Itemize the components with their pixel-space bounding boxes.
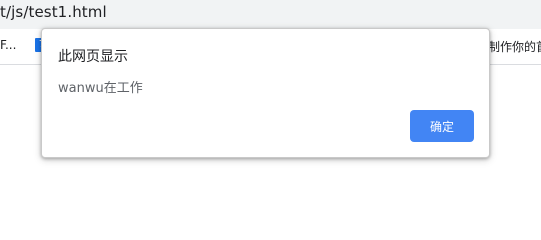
browser-window: t/js/test1.html F... 7 制作你的首 此网页显示 wanwu…: [0, 0, 541, 220]
bookmark-item-right[interactable]: 制作你的首: [488, 38, 541, 55]
bookmark-item-left[interactable]: F...: [0, 38, 16, 52]
dialog-title: 此网页显示: [58, 49, 128, 65]
ok-button[interactable]: 确定: [410, 110, 474, 142]
url-text[interactable]: t/js/test1.html: [0, 3, 107, 21]
dialog-message: wanwu在工作: [58, 81, 143, 96]
alert-dialog: 此网页显示 wanwu在工作 确定: [41, 28, 490, 158]
address-bar[interactable]: t/js/test1.html: [0, 0, 541, 29]
